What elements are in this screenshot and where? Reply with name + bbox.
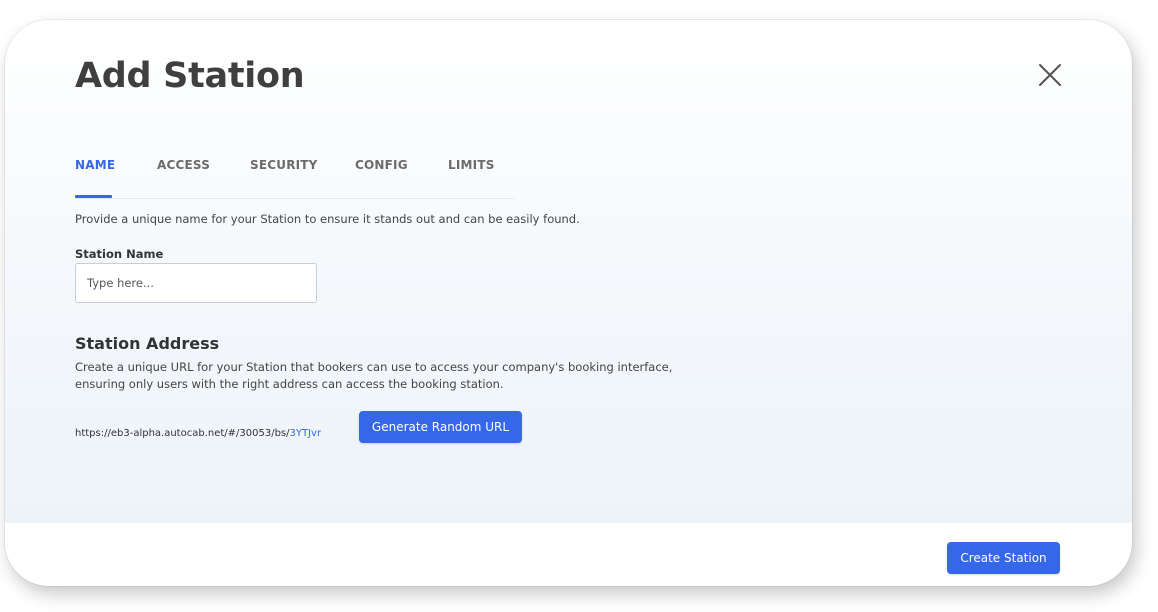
station-name-input[interactable]	[75, 263, 317, 303]
tab-security[interactable]: SECURITY	[250, 158, 318, 172]
tab-config[interactable]: CONFIG	[355, 158, 408, 172]
close-button[interactable]	[1034, 59, 1066, 91]
generate-random-url-button[interactable]: Generate Random URL	[359, 411, 522, 443]
tab-limits[interactable]: LIMITS	[448, 158, 495, 172]
name-description: Provide a unique name for your Station t…	[75, 212, 580, 226]
station-address-description: Create a unique URL for your Station tha…	[75, 360, 673, 391]
station-name-label: Station Name	[75, 247, 164, 261]
create-station-button[interactable]: Create Station	[947, 542, 1060, 574]
modal-title: Add Station	[75, 56, 305, 96]
station-address-title: Station Address	[75, 334, 220, 353]
active-tab-indicator	[75, 195, 112, 198]
station-url: https://eb3-alpha.autocab.net/#/30053/bs…	[75, 428, 321, 439]
add-station-modal: Add Station NAME ACCESS SECURITY CONFIG …	[5, 20, 1132, 586]
tab-name[interactable]: NAME	[75, 158, 115, 172]
tab-bar: NAME ACCESS SECURITY CONFIG LIMITS	[75, 148, 515, 199]
tab-access[interactable]: ACCESS	[157, 158, 210, 172]
modal-body: Add Station NAME ACCESS SECURITY CONFIG …	[5, 20, 1132, 523]
station-url-slug: 3YTJvr	[289, 428, 322, 439]
station-url-base: https://eb3-alpha.autocab.net/#/30053/bs…	[75, 428, 290, 439]
close-icon	[1039, 64, 1061, 86]
modal-footer: Create Station	[5, 523, 1132, 586]
